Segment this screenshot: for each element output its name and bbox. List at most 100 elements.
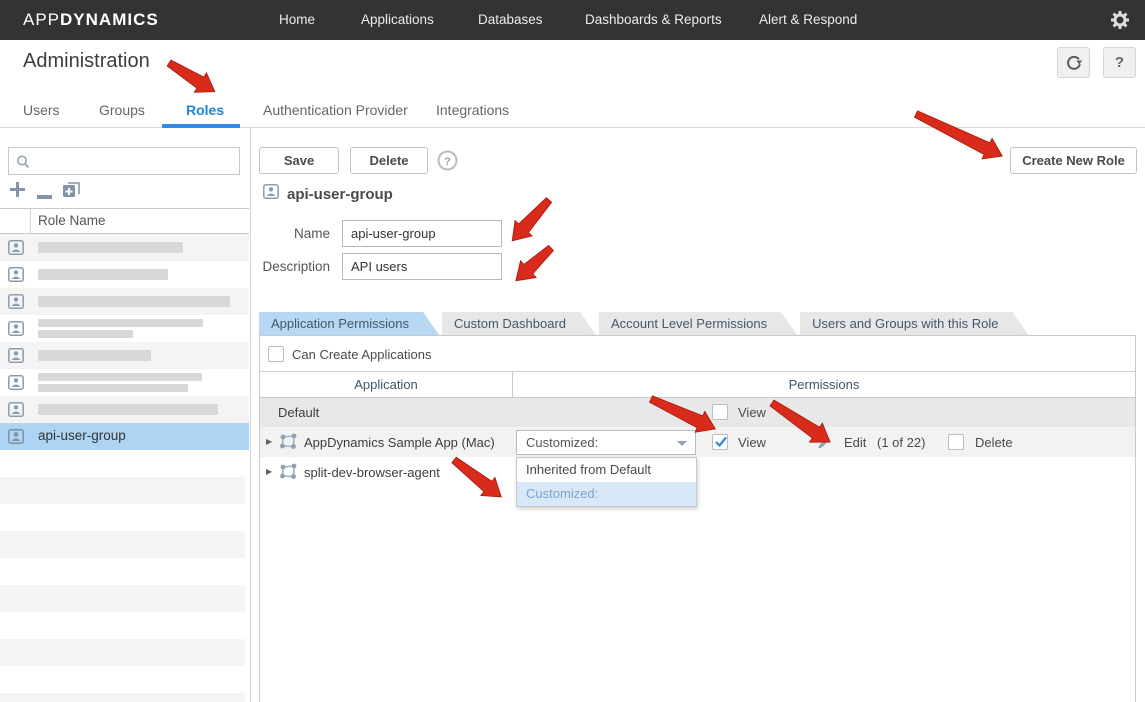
nav-home[interactable]: Home: [279, 12, 315, 27]
role-search-box: [8, 147, 240, 175]
role-badge-icon: [8, 294, 24, 314]
role-badge-icon: [8, 240, 24, 260]
grid-row-default[interactable]: Default View: [260, 398, 1135, 427]
role-badge-icon: [8, 321, 24, 341]
tab-application-permissions[interactable]: Application Permissions: [259, 312, 439, 335]
tab-users-groups-with-role[interactable]: Users and Groups with this Role: [800, 312, 1028, 335]
application-name: AppDynamics Sample App (Mac): [304, 435, 495, 450]
name-label: Name: [230, 226, 330, 241]
role-badge-icon: [8, 267, 24, 287]
chevron-down-icon: [677, 441, 687, 446]
role-list-item-redacted[interactable]: [0, 396, 249, 423]
role-list-item-redacted[interactable]: [0, 234, 249, 261]
create-new-role-button[interactable]: Create New Role: [1010, 147, 1137, 174]
logo-dynamics: DYNAMICS: [60, 10, 159, 29]
duplicate-role-icon[interactable]: [62, 180, 81, 204]
view-label: View: [738, 405, 766, 420]
description-label: Description: [230, 259, 330, 274]
role-search-input[interactable]: [35, 149, 235, 173]
permissions-tabstrip: Application Permissions Custom Dashboard…: [259, 312, 1032, 335]
refresh-icon: [1064, 53, 1084, 73]
role-list-item-redacted[interactable]: [0, 261, 249, 288]
can-create-applications-row: Can Create Applications: [260, 336, 1135, 372]
appdynamics-logo[interactable]: APPDYNAMICS: [23, 10, 159, 30]
sidebar-divider: [250, 128, 251, 702]
role-list-item-redacted[interactable]: [0, 369, 249, 396]
expand-row-icon[interactable]: ▶: [266, 467, 272, 476]
app-window: APPDYNAMICS Home Applications Databases …: [0, 0, 1145, 702]
role-badge-icon: [8, 348, 24, 368]
name-field[interactable]: [342, 220, 502, 247]
permissions-panel: Can Create Applications Application Perm…: [259, 335, 1136, 702]
role-badge-icon: [8, 402, 24, 422]
active-tab-underline: [162, 124, 240, 128]
check-icon: [714, 435, 728, 449]
tab-roles[interactable]: Roles: [186, 102, 224, 118]
view-checkbox-sample-app[interactable]: [712, 434, 728, 450]
grid-row-sample-app[interactable]: ▶ AppDynamics Sample App (Mac) Customize…: [260, 427, 1135, 457]
permission-mode-dropdown[interactable]: Customized:: [516, 430, 696, 455]
nav-databases[interactable]: Databases: [478, 12, 543, 27]
application-name: split-dev-browser-agent: [304, 465, 440, 480]
grid-row-split-dev[interactable]: ▶ split-dev-browser-agent: [260, 457, 1135, 486]
role-badge-icon: [8, 429, 24, 449]
role-list-item-api-user-group[interactable]: api-user-group: [0, 423, 249, 450]
edit-pencil-icon[interactable]: [816, 434, 832, 453]
annotation-arrow-description-field: [508, 240, 559, 290]
add-role-icon[interactable]: [9, 181, 26, 203]
tab-groups[interactable]: Groups: [99, 102, 145, 118]
role-list-header: Role Name: [0, 208, 249, 234]
menu-item-inherited[interactable]: Inherited from Default: [517, 458, 696, 482]
application-column-header: Application: [260, 372, 513, 397]
delete-checkbox-sample-app[interactable]: [948, 434, 964, 450]
role-heading-badge-icon: [263, 184, 279, 204]
role-list-item-redacted[interactable]: [0, 288, 249, 315]
description-field[interactable]: [342, 253, 502, 280]
nav-applications[interactable]: Applications: [361, 12, 434, 27]
nav-dashboards-reports[interactable]: Dashboards & Reports: [585, 12, 722, 27]
tab-integrations[interactable]: Integrations: [436, 102, 509, 118]
edit-label[interactable]: Edit: [844, 435, 866, 450]
application-topology-icon: [279, 463, 298, 483]
search-icon: [15, 154, 31, 170]
save-button[interactable]: Save: [259, 147, 339, 174]
selected-role-name: api-user-group: [38, 428, 126, 443]
help-button[interactable]: ?: [1103, 47, 1136, 78]
permissions-grid-header: Application Permissions: [260, 372, 1135, 398]
nav-alert-respond[interactable]: Alert & Respond: [759, 12, 857, 27]
role-list-item-redacted[interactable]: [0, 315, 249, 342]
expand-row-icon[interactable]: ▶: [266, 437, 272, 446]
tab-users[interactable]: Users: [23, 102, 60, 118]
dropdown-value: Customized:: [526, 435, 598, 450]
remove-role-icon[interactable]: [36, 187, 53, 205]
role-name-column-header: Role Name: [38, 209, 106, 233]
can-create-applications-label: Can Create Applications: [292, 347, 431, 362]
permissions-column-header: Permissions: [513, 372, 1135, 397]
role-list-item-redacted[interactable]: [0, 342, 249, 369]
role-badge-icon: [8, 375, 24, 395]
svg-text:?: ?: [444, 156, 451, 168]
empty-list-stripes: [0, 450, 245, 702]
application-topology-icon: [279, 433, 298, 453]
page-title: Administration: [23, 50, 150, 73]
tab-authentication-provider[interactable]: Authentication Provider: [263, 102, 408, 118]
view-label: View: [738, 435, 766, 450]
permission-mode-menu: Inherited from Default Customized:: [516, 457, 697, 507]
column-divider: [30, 209, 31, 233]
edit-count: (1 of 22): [877, 435, 925, 450]
can-create-applications-checkbox[interactable]: [268, 346, 284, 362]
delete-button[interactable]: Delete: [350, 147, 428, 174]
role-heading: api-user-group: [287, 186, 393, 203]
application-name: Default: [278, 405, 319, 420]
role-help-icon[interactable]: ?: [437, 150, 458, 176]
annotation-arrow-name-field: [504, 192, 558, 248]
admin-tabstrip: Users Groups Roles Authentication Provid…: [0, 88, 1145, 128]
tab-account-level-permissions[interactable]: Account Level Permissions: [599, 312, 797, 335]
menu-item-customized[interactable]: Customized:: [517, 482, 696, 506]
top-nav-bar: APPDYNAMICS Home Applications Databases …: [0, 0, 1145, 40]
view-checkbox-default[interactable]: [712, 404, 728, 420]
refresh-button[interactable]: [1057, 47, 1090, 78]
settings-gear-icon[interactable]: [1109, 9, 1131, 31]
tab-custom-dashboard[interactable]: Custom Dashboard: [442, 312, 596, 335]
logo-app: APP: [23, 10, 60, 29]
